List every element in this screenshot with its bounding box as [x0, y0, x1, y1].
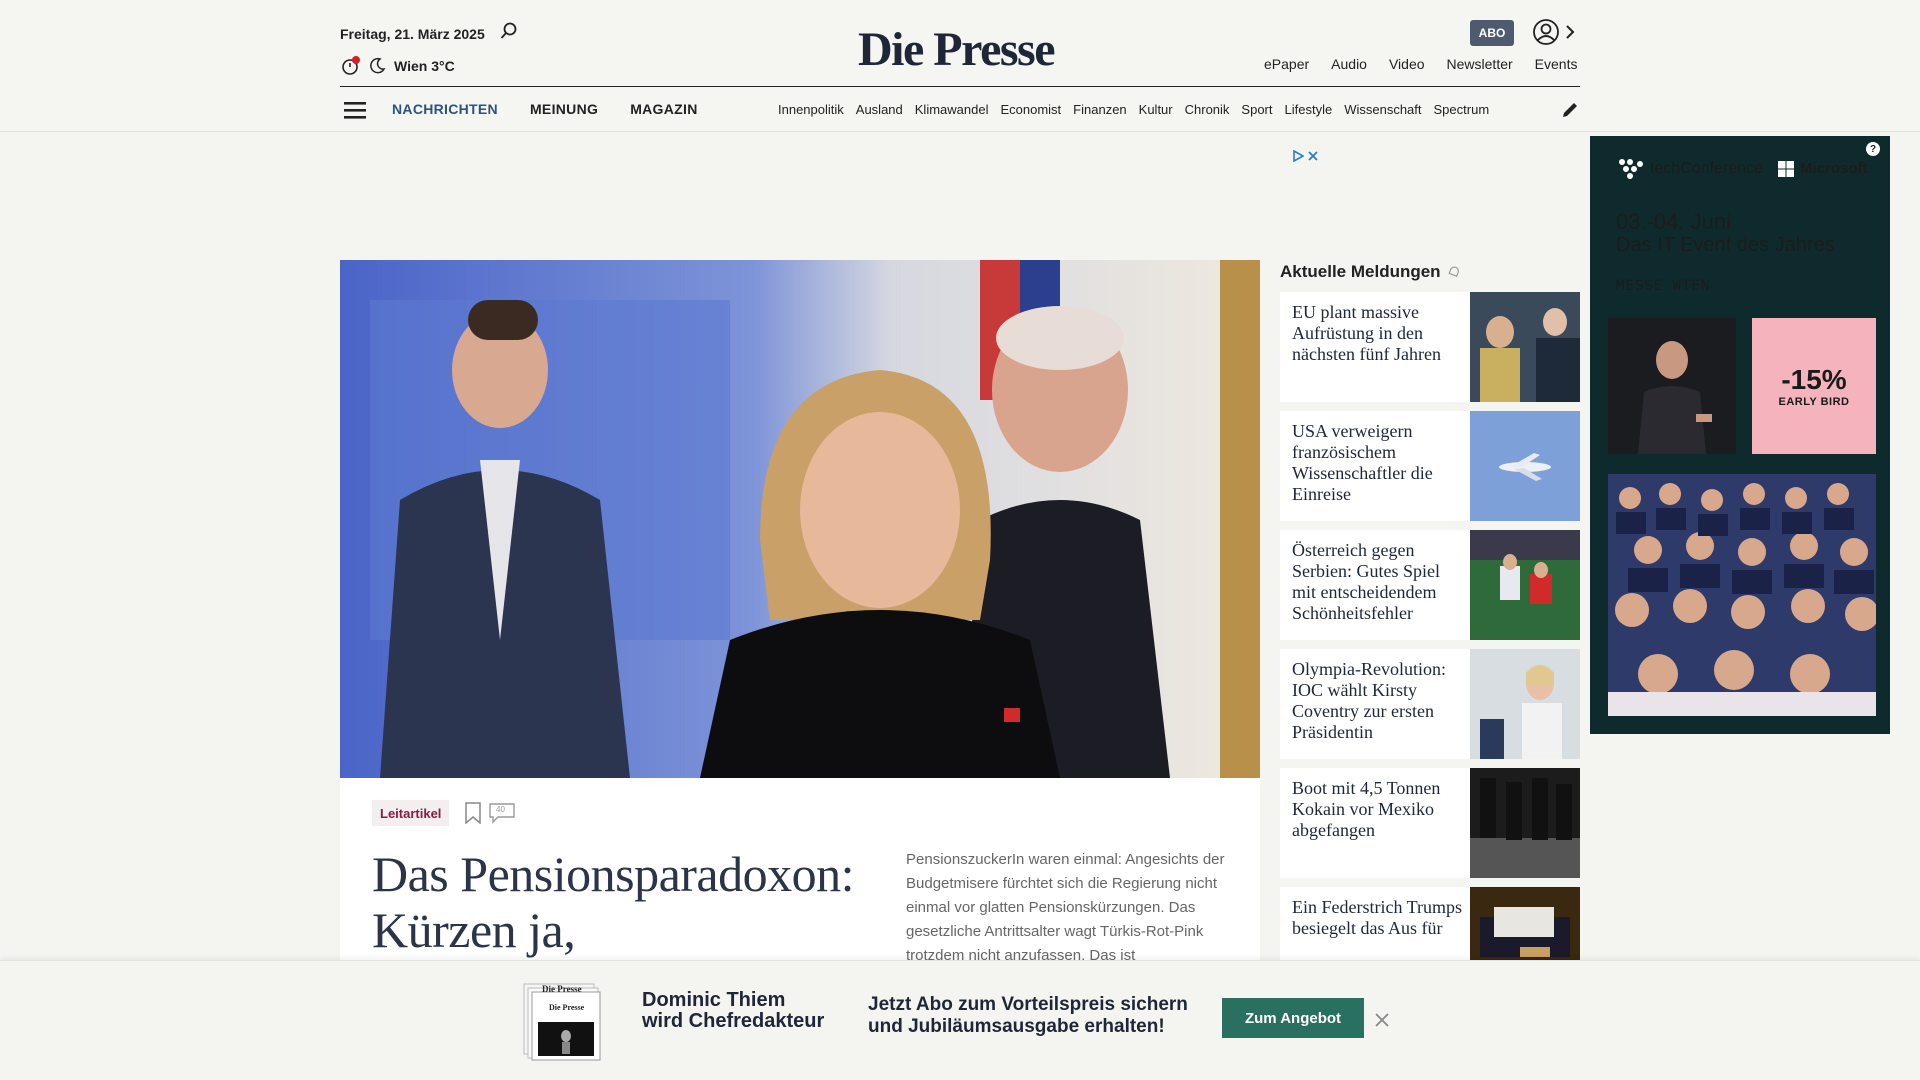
header-divider	[340, 86, 1580, 87]
subnav-sport[interactable]: Sport	[1241, 102, 1272, 117]
news-item[interactable]: Boot mit 4,5 Tonnen Kokain vor Mexiko ab…	[1280, 768, 1580, 878]
subnav-lifestyle[interactable]: Lifestyle	[1285, 102, 1333, 117]
search-icon[interactable]	[500, 22, 518, 40]
link-audio[interactable]: Audio	[1331, 56, 1367, 72]
adchoices-close-icon[interactable]	[1308, 151, 1318, 161]
subnav-kultur[interactable]: Kultur	[1139, 102, 1173, 117]
paper-logo-2: Die Presse	[549, 1003, 585, 1012]
banner-offer-line2: und Jubiläumsausgabe erhalten!	[868, 1016, 1165, 1037]
subnav-klimawandel[interactable]: Klimawandel	[915, 102, 989, 117]
bookmark-icon[interactable]	[464, 802, 482, 824]
close-icon[interactable]	[1374, 1012, 1390, 1028]
ad-partner: Microsoft	[1778, 160, 1868, 177]
news-list: EU plant massive Aufrüstung in den nächs…	[1280, 292, 1580, 1006]
nav-nachrichten[interactable]: NACHRICHTEN	[392, 101, 498, 117]
news-section-title: Aktuelle Meldungen	[1280, 262, 1461, 282]
hero-teaser: PensionszuckerIn waren einmal: Angesicht…	[906, 851, 1225, 964]
ad-brand-text: techConference	[1650, 160, 1763, 177]
chevron-right-icon[interactable]	[1564, 22, 1576, 42]
subnav-finanzen[interactable]: Finanzen	[1073, 102, 1126, 117]
ad-dates: 03.-04. Juni	[1616, 209, 1731, 234]
news-item[interactable]: Olympia-Revolution: IOC wählt Kirsty Cov…	[1280, 649, 1580, 759]
ad-location: MESSE WIEN	[1616, 278, 1711, 294]
news-item-thumbnail	[1470, 768, 1580, 878]
header-date: Freitag, 21. März 2025	[340, 26, 485, 42]
newspaper-stack-icon: Die Presse Die Presse	[523, 983, 601, 1061]
site-header: Freitag, 21. März 2025 Wien 3°C Die Pres…	[0, 0, 1920, 132]
banner-name-line1: Dominic Thiem	[642, 989, 786, 1011]
subnav-fade	[1500, 96, 1544, 122]
paper-logo-1: Die Presse	[542, 984, 582, 994]
news-title-text: Aktuelle Meldungen	[1280, 262, 1441, 281]
news-item-title: Boot mit 4,5 Tonnen Kokain vor Mexiko ab…	[1292, 778, 1441, 840]
link-epaper[interactable]: ePaper	[1264, 56, 1309, 72]
news-item[interactable]: USA verweigern französischem Wissenschaf…	[1280, 411, 1580, 521]
link-newsletter[interactable]: Newsletter	[1447, 56, 1513, 72]
hero-headline[interactable]: Das Pensionsparadoxon: Kürzen ja,	[372, 846, 892, 958]
moon-icon	[370, 57, 386, 74]
category-tag[interactable]: Leitartikel	[372, 800, 450, 826]
news-item-thumbnail	[1470, 411, 1580, 521]
ad-early-bird-badge: -15% EARLY BIRD	[1752, 318, 1876, 454]
ad-brand: techConference	[1618, 158, 1763, 180]
weather-text: Wien 3°C	[394, 58, 455, 74]
news-item-title: Olympia-Revolution: IOC wählt Kirsty Cov…	[1292, 659, 1446, 742]
subnav-chronik[interactable]: Chronik	[1185, 102, 1230, 117]
banner-headline: Dominic Thiem wird Chefredakteur	[642, 990, 824, 1032]
news-item-thumbnail	[1470, 292, 1580, 402]
ad-partner-text: Microsoft	[1800, 160, 1868, 177]
pencil-icon[interactable]	[1560, 100, 1580, 120]
news-item-title: Österreich gegen Serbien: Gutes Spiel mi…	[1292, 540, 1440, 623]
subnav-innenpolitik[interactable]: Innenpolitik	[778, 102, 844, 117]
news-item[interactable]: EU plant massive Aufrüstung in den nächs…	[1280, 292, 1580, 402]
main-nav: NACHRICHTEN MEINUNG MAGAZIN	[392, 101, 698, 117]
link-events[interactable]: Events	[1535, 56, 1578, 72]
banner-offer: Jetzt Abo zum Vorteilspreis sichern und …	[868, 994, 1188, 1038]
nav-meinung[interactable]: MEINUNG	[530, 101, 598, 117]
subnav-wissenschaft[interactable]: Wissenschaft	[1344, 102, 1421, 117]
bell-icon	[1448, 266, 1459, 277]
techconference-logo-icon	[1619, 159, 1643, 179]
ad-discount-label: EARLY BIRD	[1778, 396, 1850, 408]
offer-button[interactable]: Zum Angebot	[1222, 998, 1364, 1038]
weather-widget[interactable]: Wien 3°C	[340, 56, 455, 76]
ad-speaker-photo	[1608, 318, 1736, 454]
abo-button[interactable]: ABO	[1470, 20, 1514, 46]
subnav-ausland[interactable]: Ausland	[856, 102, 903, 117]
sub-nav: Innenpolitik Ausland Klimawandel Economi…	[778, 102, 1540, 117]
news-item-thumbnail	[1470, 530, 1580, 640]
ad-subtitle: Das IT Event des Jahres	[1616, 234, 1835, 256]
news-item[interactable]: Österreich gegen Serbien: Gutes Spiel mi…	[1280, 530, 1580, 640]
news-item-title: EU plant massive Aufrüstung in den nächs…	[1292, 302, 1441, 364]
news-item-thumbnail	[1470, 649, 1580, 759]
link-video[interactable]: Video	[1389, 56, 1425, 72]
hero-photo	[340, 260, 1260, 778]
hamburger-menu-icon[interactable]	[344, 100, 368, 120]
hero-image[interactable]	[340, 260, 1260, 778]
ad-discount: -15%	[1781, 364, 1847, 395]
subnav-spectrum[interactable]: Spectrum	[1434, 102, 1490, 117]
nav-magazin[interactable]: MAGAZIN	[630, 101, 697, 117]
user-account-icon[interactable]	[1532, 18, 1560, 46]
comment-counter[interactable]: 40	[488, 802, 516, 824]
microsoft-logo-icon	[1778, 160, 1794, 177]
banner-offer-line1: Jetzt Abo zum Vorteilspreis sichern	[868, 994, 1188, 1015]
ad-audience-photo	[1608, 474, 1876, 716]
banner-name-line2: wird Chefredakteur	[642, 1010, 825, 1032]
adchoices-play-icon[interactable]	[1292, 150, 1304, 162]
comment-count: 40	[496, 805, 505, 814]
top-links: ePaper Audio Video Newsletter Events	[1264, 56, 1577, 72]
subnav-economist[interactable]: Economist	[1000, 102, 1061, 117]
clock-icon	[342, 56, 360, 75]
adchoices[interactable]	[1292, 148, 1322, 164]
site-logo[interactable]: Die Presse	[858, 22, 1056, 77]
news-item-title: USA verweigern französischem Wissenschaf…	[1292, 421, 1433, 504]
ad-info-icon[interactable]: ?	[1866, 142, 1880, 156]
